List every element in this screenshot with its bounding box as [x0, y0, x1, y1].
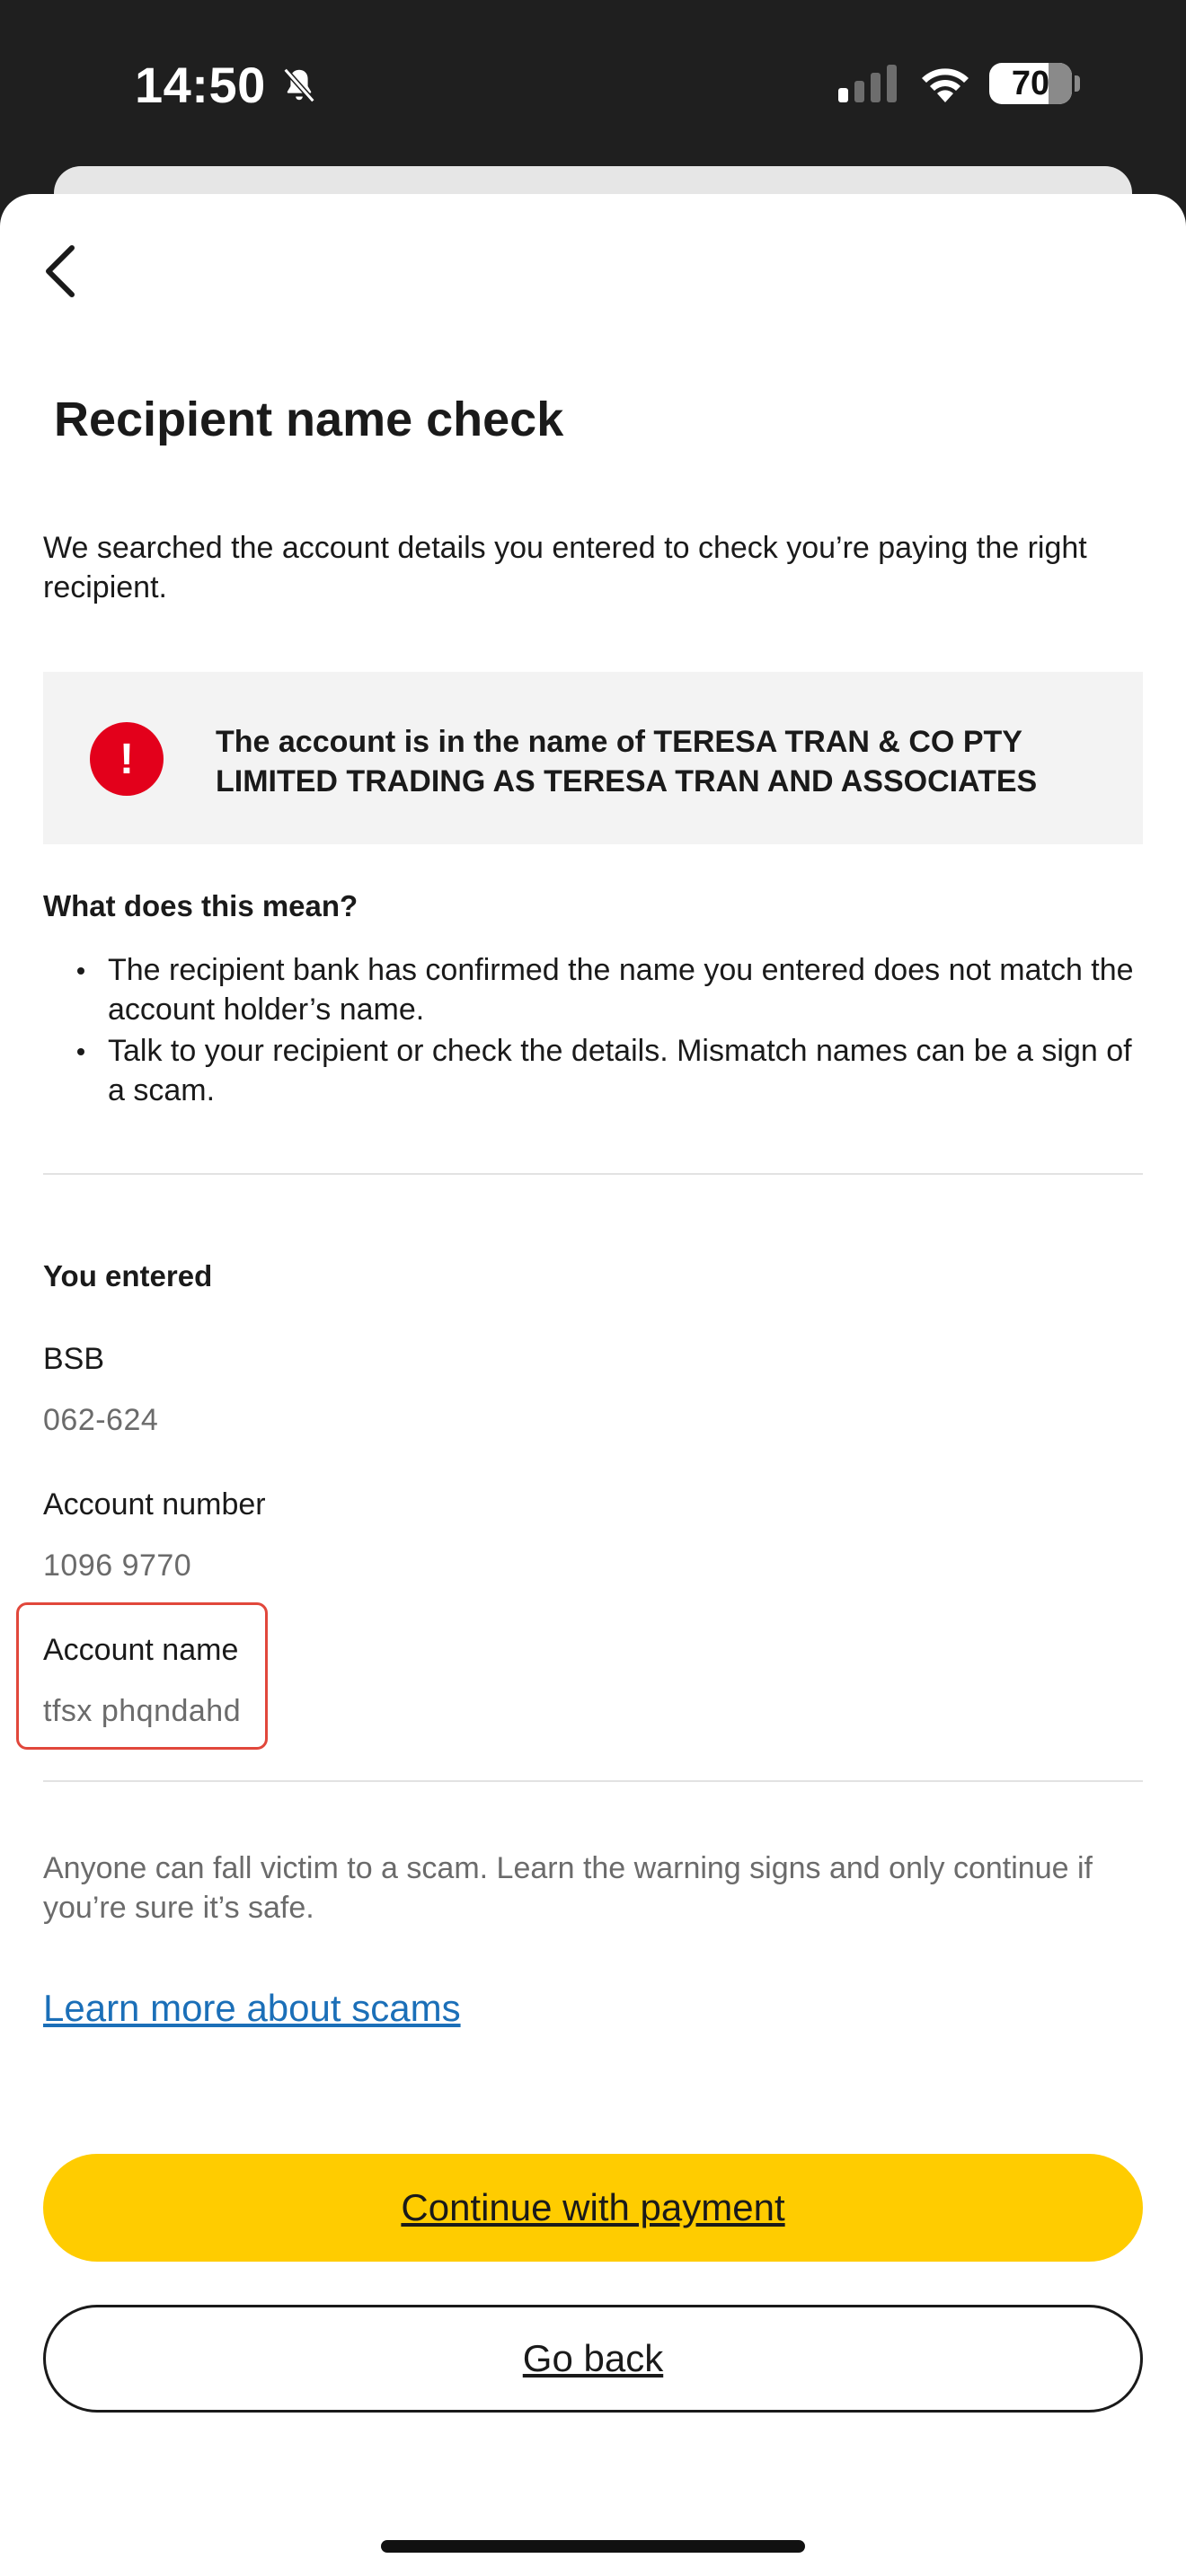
- account-number-label: Account number: [43, 1487, 266, 1522]
- meaning-heading: What does this mean?: [43, 889, 358, 922]
- clock-text: 14:50: [135, 57, 266, 113]
- meaning-bullet: Talk to your recipient or check the deta…: [43, 1031, 1148, 1110]
- battery-level: 70: [1011, 64, 1050, 102]
- go-back-button[interactable]: Go back: [43, 2305, 1143, 2413]
- page-title: Recipient name check: [54, 393, 564, 446]
- divider: [43, 1780, 1143, 1782]
- modal-sheet: Recipient name check We searched the acc…: [0, 194, 1186, 2576]
- status-bar: 14:50 70: [0, 0, 1186, 171]
- battery-indicator: 70: [989, 63, 1072, 104]
- status-time: 14:50: [135, 56, 320, 114]
- continue-with-payment-button[interactable]: Continue with payment: [43, 2154, 1143, 2262]
- you-entered-heading: You entered: [43, 1259, 213, 1292]
- meaning-list: The recipient bank has confirmed the nam…: [43, 950, 1148, 1112]
- bsb-label: BSB: [43, 1342, 105, 1376]
- bell-slash-icon: [283, 67, 315, 102]
- exclamation-circle-icon: !: [90, 722, 164, 796]
- learn-more-scams-link[interactable]: Learn more about scams: [43, 1987, 461, 2030]
- back-button[interactable]: [25, 235, 97, 307]
- divider: [43, 1173, 1143, 1175]
- meaning-bullet: The recipient bank has confirmed the nam…: [43, 950, 1148, 1029]
- name-mismatch-alert: ! The account is in the name of TERESA T…: [43, 672, 1143, 844]
- scam-disclaimer: Anyone can fall victim to a scam. Learn …: [43, 1851, 1093, 1925]
- account-name-value: tfsx phqndahd: [43, 1694, 242, 1728]
- home-indicator: [381, 2540, 805, 2553]
- cellular-signal-icon: [838, 65, 897, 102]
- bsb-value: 062-624: [43, 1403, 159, 1437]
- chevron-left-icon: [46, 245, 75, 297]
- battery-cap: [1075, 75, 1080, 92]
- account-name-label: Account name: [43, 1633, 239, 1667]
- wifi-icon: [922, 68, 969, 102]
- status-indicators: 70: [836, 63, 1080, 104]
- alert-message: The account is in the name of TERESA TRA…: [216, 725, 1038, 798]
- intro-text: We searched the account details you ente…: [43, 531, 1087, 604]
- account-number-value: 1096 9770: [43, 1548, 192, 1583]
